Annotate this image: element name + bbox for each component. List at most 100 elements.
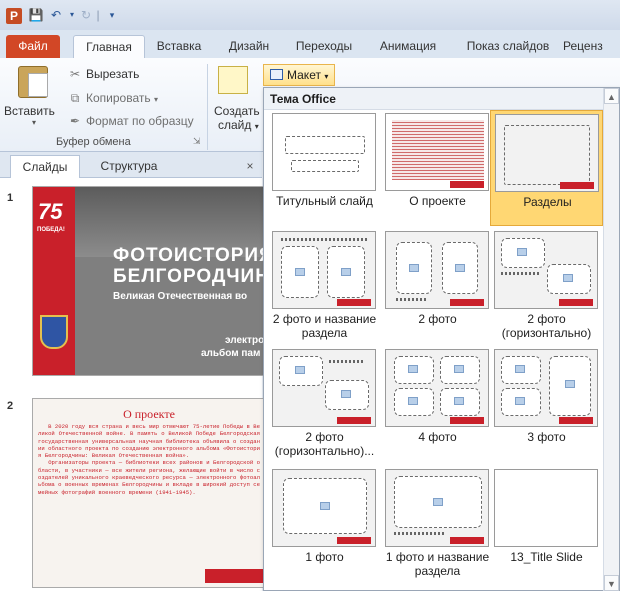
layout-label: 13_Title Slide bbox=[510, 550, 583, 564]
layout-dropdown-icon: ▾ bbox=[324, 72, 329, 81]
tab-file[interactable]: Файл bbox=[6, 35, 60, 58]
footer-bar bbox=[559, 417, 593, 424]
new-slide-icon[interactable] bbox=[218, 66, 248, 94]
layout-13-title-slide[interactable]: 13_Title Slide bbox=[490, 466, 603, 566]
layout-preview bbox=[494, 469, 598, 547]
gallery-scrollbar[interactable]: ▲ ▼ bbox=[603, 88, 619, 591]
layout-label: 2 фото (горизонтально) bbox=[501, 312, 592, 340]
new-slide-label-1[interactable]: Создать bbox=[214, 104, 260, 118]
clipboard-icon[interactable] bbox=[18, 66, 48, 98]
layout-2-photo-section[interactable]: 2 фото и название раздела bbox=[268, 228, 381, 340]
slide-thumbnail-2[interactable]: О проекте В 2020 году вся страна и весь … bbox=[32, 398, 264, 588]
footer-bar bbox=[450, 537, 484, 544]
footer-bar bbox=[337, 299, 371, 306]
panel-tabs: Слайды Структура × bbox=[0, 152, 262, 178]
redo-icon[interactable]: ↻ bbox=[78, 7, 94, 23]
slide-subtitle: Великая Отечественная во bbox=[113, 291, 248, 302]
caption-strip bbox=[394, 532, 444, 535]
powerpoint-icon[interactable]: P bbox=[6, 8, 22, 24]
paste-button[interactable]: Вставить bbox=[4, 104, 55, 118]
slide-title-line-2: БЕЛГОРОДЧИНЫ bbox=[113, 266, 263, 287]
layout-button[interactable]: Макет ▾ bbox=[263, 64, 336, 86]
layout-preview bbox=[385, 231, 489, 309]
new-slide-button[interactable]: слайд ▾ bbox=[218, 118, 259, 132]
layout-1-photo[interactable]: 1 фото bbox=[268, 466, 381, 566]
picture-icon bbox=[341, 268, 351, 276]
layout-2-photo-horizontal[interactable]: 2 фото (горизонтально) bbox=[490, 228, 603, 340]
copy-icon: ⧉ bbox=[70, 91, 80, 105]
slide-title: О проекте bbox=[123, 407, 175, 421]
layout-label: 2 фото (горизонтально)... bbox=[274, 430, 375, 458]
close-panel-icon[interactable]: × bbox=[242, 155, 258, 178]
layout-1-photo-section[interactable]: 1 фото и название раздела bbox=[381, 466, 494, 578]
layout-label: 1 фото и название раздела bbox=[385, 550, 490, 578]
customize-toolbar-icon[interactable]: ▾ bbox=[104, 7, 120, 23]
title-strip bbox=[281, 238, 367, 241]
picture-icon bbox=[515, 397, 525, 405]
layout-4-photo[interactable]: 4 фото bbox=[381, 346, 494, 456]
slide-thumbnail-1[interactable]: 75 ПОБЕДА! ФОТОИСТОРИЯ БЕЛГОРОДЧИНЫ Вели… bbox=[32, 186, 264, 376]
tab-animation[interactable]: Анимация bbox=[367, 35, 449, 58]
scissors-icon: ✂ bbox=[69, 67, 81, 81]
picture-icon bbox=[565, 380, 575, 388]
group-separator bbox=[207, 64, 208, 150]
copy-button[interactable]: ⧉ Копировать ▾ bbox=[68, 91, 158, 106]
layout-gallery: Тема Office ▲ ▼ Титульный слайд О проект… bbox=[263, 87, 620, 591]
slide-number: 1 bbox=[7, 192, 14, 204]
tab-home[interactable]: Главная bbox=[73, 35, 145, 58]
dialog-launcher-icon[interactable]: ⇲ bbox=[193, 136, 201, 147]
cut-button[interactable]: ✂ Вырезать bbox=[68, 67, 139, 81]
layout-preview bbox=[385, 113, 489, 191]
layout-title-slide[interactable]: Титульный слайд bbox=[268, 110, 381, 208]
picture-icon bbox=[563, 274, 573, 282]
layout-sections[interactable]: Разделы bbox=[490, 110, 603, 226]
picture-icon bbox=[454, 365, 464, 373]
layout-preview bbox=[272, 349, 376, 427]
scroll-down-icon[interactable]: ▼ bbox=[604, 575, 619, 591]
caption-strip bbox=[501, 272, 541, 275]
picture-icon bbox=[517, 248, 527, 256]
paste-dropdown-icon[interactable]: ▾ bbox=[32, 118, 36, 127]
tab-insert[interactable]: Вставка bbox=[150, 35, 208, 58]
title-bar: P 💾 ↶ ▾ ↻ | ▾ bbox=[0, 0, 620, 30]
picture-icon bbox=[409, 264, 419, 272]
picture-icon bbox=[515, 365, 525, 373]
footer-bar bbox=[559, 299, 593, 306]
footer-bar bbox=[560, 182, 594, 189]
picture-icon bbox=[433, 498, 443, 506]
layout-preview bbox=[494, 231, 598, 309]
footer-bar bbox=[450, 417, 484, 424]
layout-3-photo[interactable]: 3 фото bbox=[490, 346, 603, 456]
picture-icon bbox=[295, 366, 305, 374]
tab-outline[interactable]: Структура bbox=[90, 155, 168, 178]
gallery-heading: Тема Office bbox=[264, 88, 605, 110]
slide-body-text: В 2020 году вся страна и весь мир отмеча… bbox=[38, 423, 261, 496]
save-icon[interactable]: 💾 bbox=[28, 7, 44, 23]
cut-label: Вырезать bbox=[86, 67, 140, 81]
scroll-up-icon[interactable]: ▲ bbox=[604, 88, 619, 104]
separator: | bbox=[96, 8, 100, 22]
tab-transitions[interactable]: Переходы bbox=[287, 35, 361, 58]
placeholder bbox=[504, 125, 590, 185]
coat-of-arms-icon bbox=[40, 315, 68, 349]
format-painter-button[interactable]: ✒ Формат по образцу bbox=[68, 114, 194, 128]
picture-icon bbox=[341, 390, 351, 398]
tab-slideshow[interactable]: Показ слайдов bbox=[460, 35, 556, 58]
tab-review[interactable]: Реценз bbox=[563, 35, 620, 58]
caption-strip bbox=[396, 298, 426, 301]
placeholder bbox=[285, 136, 365, 154]
layout-label: 1 фото bbox=[305, 550, 344, 564]
tab-slides[interactable]: Слайды bbox=[10, 155, 80, 178]
layout-2-photo[interactable]: 2 фото bbox=[381, 228, 494, 338]
layout-2-photo-horizontal-2[interactable]: 2 фото (горизонтально)... bbox=[268, 346, 381, 458]
slide-title-line-1: ФОТОИСТОРИЯ bbox=[113, 245, 264, 266]
text-placeholder bbox=[392, 120, 484, 180]
undo-icon[interactable]: ↶ bbox=[48, 7, 64, 23]
new-slide-dropdown-icon: ▾ bbox=[254, 122, 259, 131]
picture-icon bbox=[408, 397, 418, 405]
layout-label: О проекте bbox=[409, 194, 466, 208]
layout-about[interactable]: О проекте bbox=[381, 110, 494, 208]
format-painter-label: Формат по образцу bbox=[86, 114, 194, 128]
tab-design[interactable]: Дизайн bbox=[220, 35, 278, 58]
copy-dropdown-icon: ▾ bbox=[153, 95, 158, 104]
